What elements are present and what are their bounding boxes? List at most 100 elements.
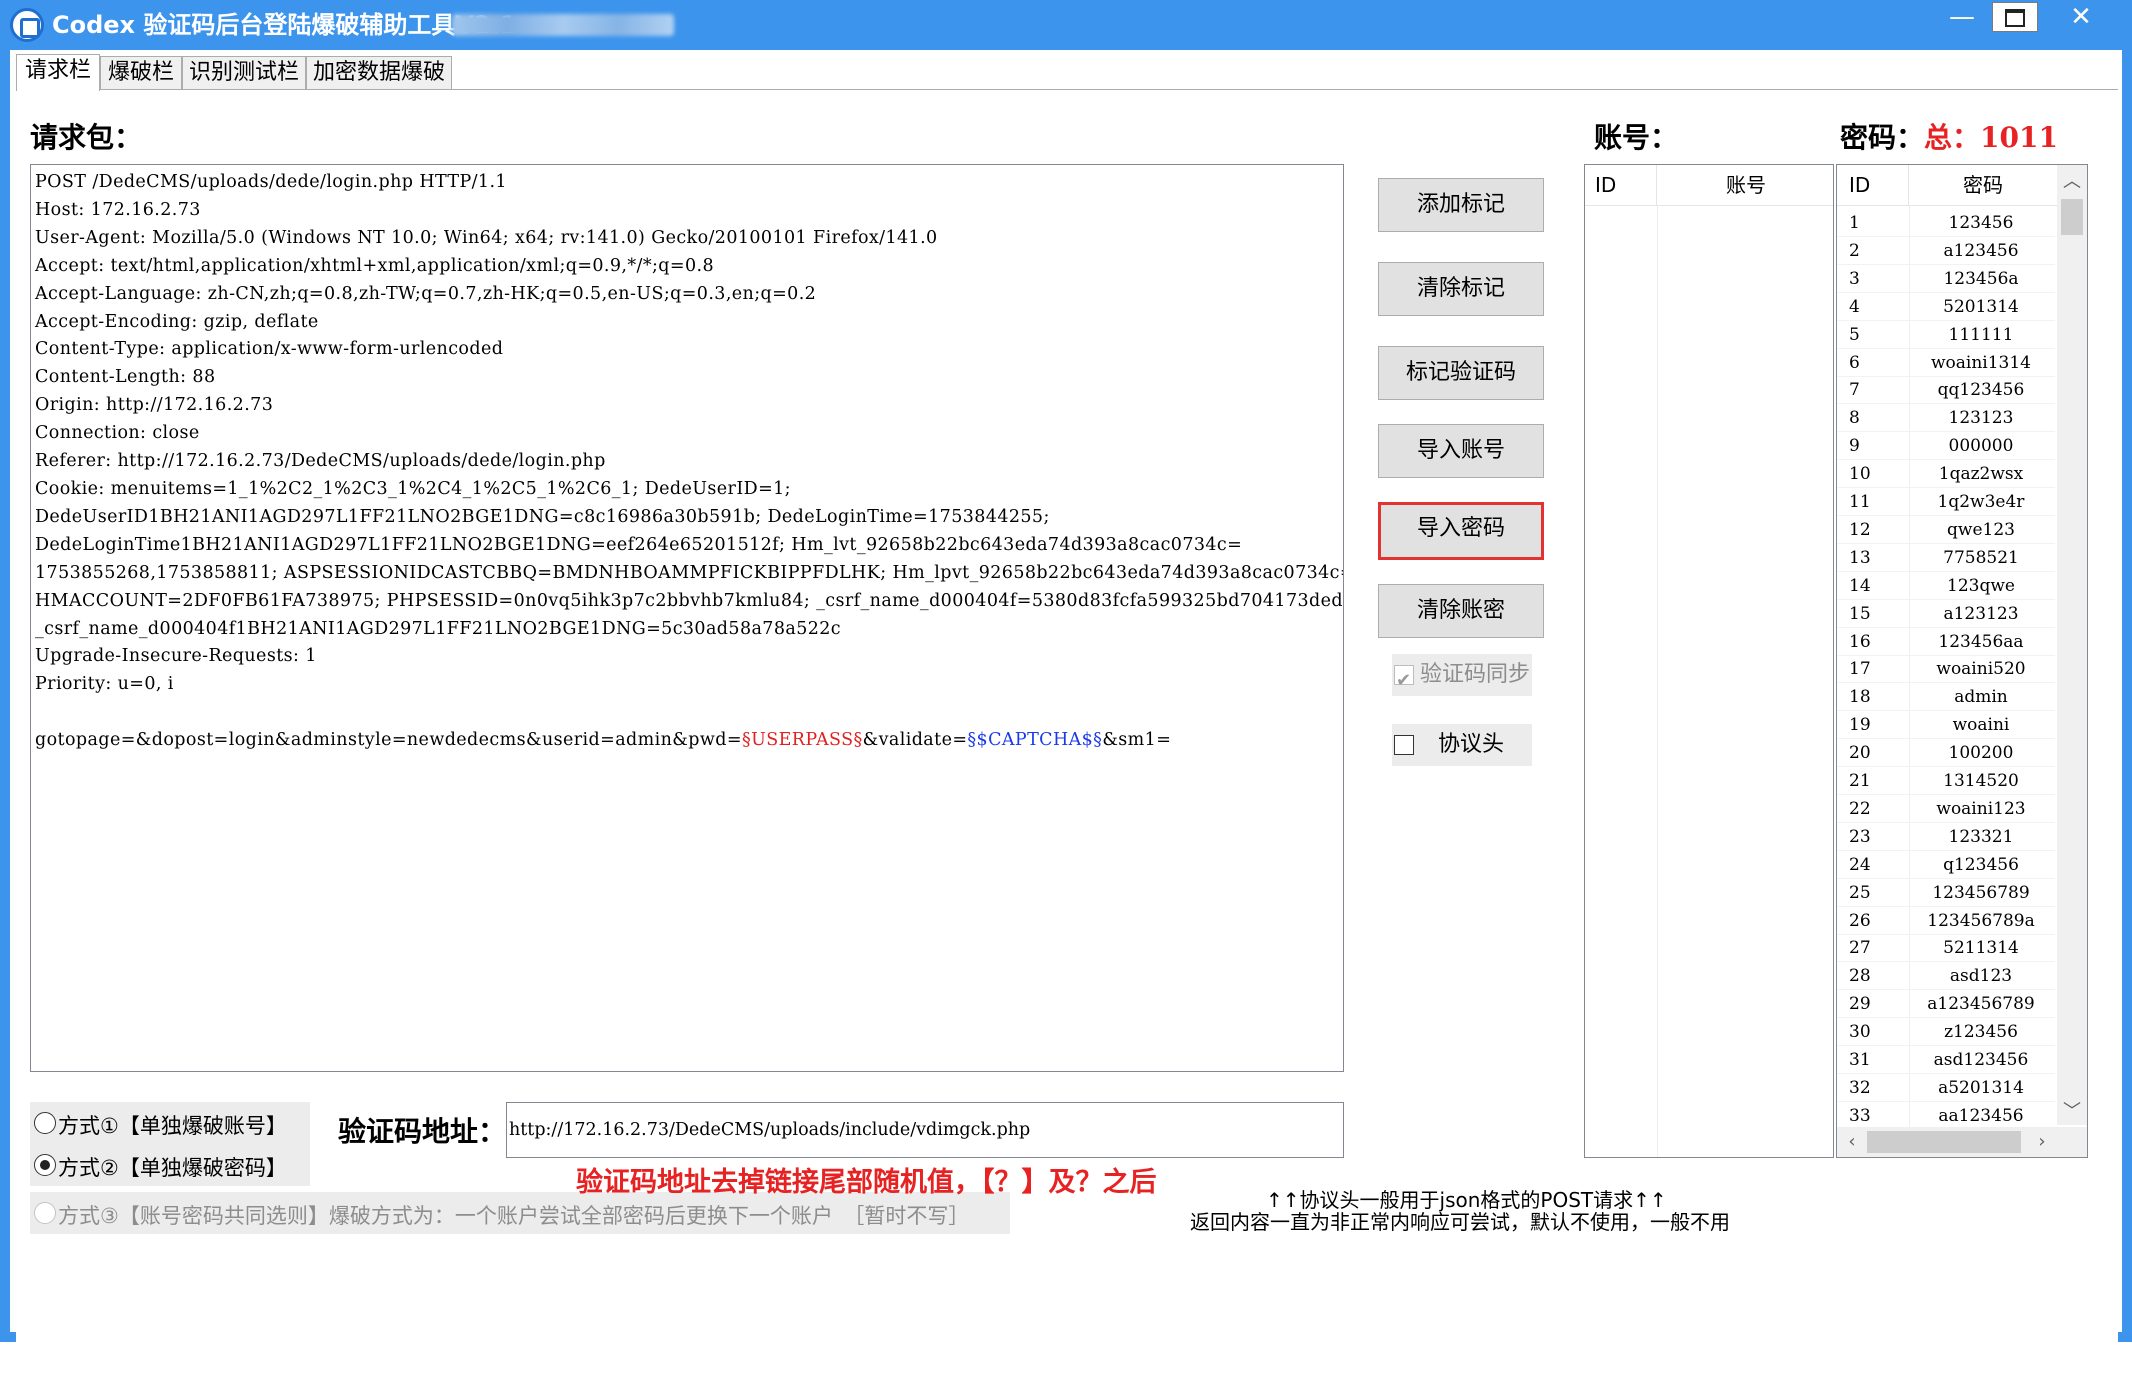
mark-captcha-button[interactable]: 标记验证码 <box>1378 346 1544 400</box>
password-row-value: woaini520 <box>1936 659 2026 680</box>
import-passwords-button[interactable]: 导入密码 <box>1378 502 1544 560</box>
password-row[interactable]: 18 admin <box>1837 683 2055 712</box>
tab-brute[interactable]: 爆破栏 <box>100 56 182 90</box>
tab-encrypted-brute[interactable]: 加密数据爆破 <box>306 56 452 90</box>
scroll-left-icon[interactable]: ‹ <box>1837 1127 1867 1157</box>
password-row[interactable]: 25 123456789 <box>1837 879 2055 907</box>
account-list[interactable]: ID 账号 <box>1584 164 1834 1158</box>
password-row[interactable]: 32 a5201314 <box>1837 1074 2055 1102</box>
password-row-value: 000000 <box>1948 436 2014 457</box>
password-vertical-scrollbar[interactable]: ︿ ﹀ <box>2057 165 2087 1125</box>
password-row-value: 123456789 <box>1932 882 2030 903</box>
scroll-right-icon[interactable]: › <box>2027 1127 2057 1157</box>
request-line: DedeLoginTime1BH21ANI1AGD297L1FF21LNO2BG… <box>35 534 1243 555</box>
password-row-value: 1q2w3e4r <box>1937 492 2025 512</box>
password-row[interactable]: 21 1314520 <box>1837 767 2055 795</box>
password-list[interactable]: ID 密码 1 123456 2 a123456 3 123456a 4 5201314 5 11… <box>1836 164 2088 1158</box>
password-row[interactable]: 22 woaini123 <box>1837 795 2055 823</box>
mode3-label[interactable]: 方式③【账号密码共同选则】爆破方式为：一个账户尝试全部密码后更换下一个账户 ［暂… <box>58 1200 969 1230</box>
password-row[interactable]: 6 woaini1314 <box>1837 349 2055 377</box>
password-horizontal-scrollbar[interactable]: ‹ › <box>1837 1127 2087 1157</box>
captcha-url-input[interactable]: http://172.16.2.73/DedeCMS/uploads/inclu… <box>506 1102 1344 1158</box>
password-row-id: 1 <box>1849 213 1860 233</box>
password-row-value: admin <box>1954 687 2008 708</box>
vertical-scroll-thumb[interactable] <box>2061 199 2083 235</box>
account-col-name[interactable]: 账号 <box>1657 165 1833 205</box>
password-row[interactable]: 16 123456aa <box>1837 628 2055 656</box>
maximize-button[interactable] <box>1992 2 2038 32</box>
import-accounts-button[interactable]: 导入账号 <box>1378 424 1544 478</box>
password-row[interactable]: 33 aa123456 <box>1837 1102 2055 1130</box>
password-row[interactable]: 13 7758521 <box>1837 544 2055 572</box>
captcha-sync-checkbox[interactable]: 验证码同步 <box>1392 654 1532 702</box>
redacted-title-suffix <box>452 14 674 36</box>
password-row[interactable]: 26 123456789a <box>1837 907 2055 935</box>
password-row[interactable]: 23 123321 <box>1837 823 2055 851</box>
tab-request[interactable]: 请求栏 <box>16 54 100 91</box>
password-row-id: 20 <box>1849 743 1871 764</box>
request-line: Origin: http://172.16.2.73 <box>35 395 274 416</box>
password-row[interactable]: 7 qq123456 <box>1837 376 2055 405</box>
protocol-header-checkbox[interactable]: 协议头 <box>1392 724 1532 766</box>
request-line: Cookie: menuitems=1_1%2C2_1%2C3_1%2C4_1%… <box>35 478 791 499</box>
scroll-down-icon[interactable]: ﹀ <box>2057 1097 2087 1123</box>
password-row-value: 123456aa <box>1938 631 2024 652</box>
password-row[interactable]: 28 asd123 <box>1837 962 2055 991</box>
mode2-radio[interactable] <box>34 1154 56 1176</box>
mode1-label[interactable]: 方式①【单独爆破账号】 <box>58 1110 287 1140</box>
window-title: Codex 验证码后台登陆爆破辅助工具V2.1 <box>52 11 517 39</box>
app-window: Codex 验证码后台登陆爆破辅助工具V2.1 — ✕ 请求栏 爆破栏 识别测试… <box>0 0 2132 1380</box>
password-row[interactable]: 2 a123456 <box>1837 237 2055 265</box>
mode2-label[interactable]: 方式②【单独爆破密码】 <box>58 1152 287 1182</box>
clear-credentials-button[interactable]: 清除账密 <box>1378 584 1544 638</box>
request-editor[interactable]: POST /DedeCMS/uploads/dede/login.php HTT… <box>30 164 1344 1072</box>
password-row[interactable]: 31 asd123456 <box>1837 1046 2055 1074</box>
minimize-button[interactable]: — <box>1942 2 1982 32</box>
password-row[interactable]: 10 1qaz2wsx <box>1837 460 2055 489</box>
protocol-header-note-2: 返回内容一直为非正常内响应可尝试，默认不使用，一般不用 <box>1190 1210 1730 1234</box>
password-col-pwd[interactable]: 密码 <box>1909 165 2057 205</box>
password-label: 密码：总：1011 <box>1840 116 2058 156</box>
password-row-id: 10 <box>1849 464 1871 485</box>
password-row-value: 123321 <box>1948 826 2014 847</box>
close-button[interactable]: ✕ <box>2040 2 2122 32</box>
password-row[interactable]: 20 100200 <box>1837 739 2055 768</box>
password-row-id: 23 <box>1849 826 1871 847</box>
password-row-value: asd123456 <box>1933 1050 2029 1070</box>
captcha-sync-check-icon <box>1394 660 1414 702</box>
mode3-radio[interactable] <box>34 1202 56 1224</box>
password-row[interactable]: 12 qwe123 <box>1837 516 2055 544</box>
tab-recognition-test[interactable]: 识别测试栏 <box>182 56 306 90</box>
password-col-id[interactable]: ID <box>1837 165 1909 205</box>
password-row-id: 5 <box>1849 324 1860 345</box>
password-row-id: 24 <box>1849 854 1871 875</box>
mode1-radio[interactable] <box>34 1112 56 1134</box>
password-row-id: 2 <box>1849 240 1860 261</box>
password-row-value: woaini1314 <box>1930 352 2031 373</box>
password-row-id: 3 <box>1849 268 1860 289</box>
password-row[interactable]: 29 a123456789 <box>1837 990 2055 1019</box>
account-col-id[interactable]: ID <box>1585 165 1657 205</box>
add-marker-button[interactable]: 添加标记 <box>1378 178 1544 232</box>
scroll-up-icon[interactable]: ︿ <box>2057 167 2087 193</box>
password-row[interactable]: 8 123123 <box>1837 404 2055 433</box>
title-bar[interactable]: Codex 验证码后台登陆爆破辅助工具V2.1 — ✕ <box>0 0 2132 50</box>
clear-marker-button[interactable]: 清除标记 <box>1378 262 1544 316</box>
password-row[interactable]: 1 123456 <box>1837 209 2055 237</box>
password-row[interactable]: 27 5211314 <box>1837 934 2055 963</box>
password-row[interactable]: 19 woaini <box>1837 711 2055 740</box>
password-row[interactable]: 15 a123123 <box>1837 600 2055 628</box>
password-row[interactable]: 24 q123456 <box>1837 851 2055 879</box>
password-row[interactable]: 17 woaini520 <box>1837 655 2055 684</box>
password-row[interactable]: 11 1q2w3e4r <box>1837 488 2055 516</box>
password-row[interactable]: 4 5201314 <box>1837 293 2055 321</box>
horizontal-scroll-thumb[interactable] <box>1867 1131 2021 1153</box>
password-row[interactable]: 3 123456a <box>1837 265 2055 293</box>
request-line: Referer: http://172.16.2.73/DedeCMS/uplo… <box>35 451 606 472</box>
captcha-sync-label: 验证码同步 <box>1420 662 1531 687</box>
password-row[interactable]: 30 z123456 <box>1837 1018 2055 1047</box>
password-row[interactable]: 14 123qwe <box>1837 572 2055 600</box>
password-row[interactable]: 9 000000 <box>1837 432 2055 461</box>
password-row-id: 32 <box>1849 1077 1871 1098</box>
password-row[interactable]: 5 111111 <box>1837 321 2055 349</box>
